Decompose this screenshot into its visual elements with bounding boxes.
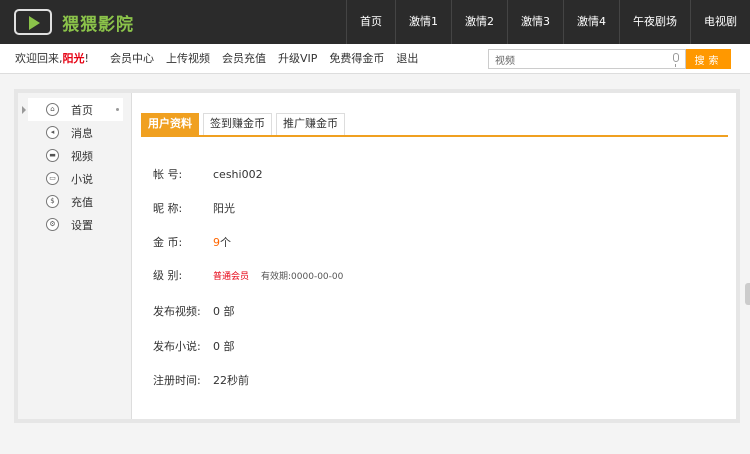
link-recharge[interactable]: 会员充值: [222, 44, 266, 74]
nav-category-1[interactable]: 激情1: [395, 0, 451, 44]
coins-unit: 个: [220, 236, 231, 249]
search-button[interactable]: 搜索: [686, 49, 731, 69]
main-nav: 首页 激情1 激情2 激情3 激情4 午夜剧场 电视剧: [346, 0, 750, 44]
logo-text: 猥猥影院: [62, 14, 134, 35]
account-value: ceshi002: [213, 167, 263, 181]
sidebar-item-settings[interactable]: ⚙ 设置: [18, 213, 131, 236]
welcome-prefix: 欢迎回来,: [15, 52, 63, 65]
regtime-row: 注册时间: 22秒前: [153, 372, 249, 388]
user-bar: 欢迎回来,阳光! 会员中心 上传视频 会员充值 升级VIP 免费得金币 退出 搜…: [0, 44, 750, 74]
novels-label: 发布小说:: [153, 340, 201, 353]
link-upgrade-vip[interactable]: 升级VIP: [278, 44, 317, 74]
nickname-row: 昵 称: 阳光: [153, 200, 235, 216]
home-icon: ⌂: [46, 103, 59, 116]
novel-icon: ▭: [46, 172, 59, 185]
recharge-icon: $: [46, 195, 59, 208]
link-free-coins[interactable]: 免费得金币: [329, 44, 384, 74]
nav-home[interactable]: 首页: [346, 0, 395, 44]
settings-icon: ⚙: [46, 218, 59, 231]
microphone-icon[interactable]: [673, 53, 679, 67]
regtime-value: 22秒前: [213, 374, 249, 387]
profile-content: 用户资料 签到赚金币 推广赚金币 帐 号: ceshi002 昵 称: 阳光 金…: [141, 93, 728, 419]
sidebar-item-recharge[interactable]: $ 充值: [18, 190, 131, 213]
welcome-message: 欢迎回来,阳光!: [15, 44, 89, 74]
level-row: 级 别: 普通会员 有效期:0000-00-00: [153, 267, 343, 283]
regtime-label: 注册时间:: [153, 374, 201, 387]
videos-label: 发布视频:: [153, 305, 201, 318]
member-panel: ⌂ 首页 ◂ 消息 ▬ 视频 ▭ 小说 $ 充值 ⚙ 设置 用户资料 签到赚金币…: [14, 89, 740, 423]
nav-category-4[interactable]: 激情4: [563, 0, 619, 44]
message-icon: ◂: [46, 126, 59, 139]
videos-value: 0 部: [213, 305, 235, 318]
top-header: 猥猥影院 首页 激情1 激情2 激情3 激情4 午夜剧场 电视剧: [0, 0, 750, 44]
nav-category-3[interactable]: 激情3: [507, 0, 563, 44]
tab-user-profile[interactable]: 用户资料: [141, 113, 199, 135]
link-upload-video[interactable]: 上传视频: [166, 44, 210, 74]
sidebar-item-label: 设置: [71, 218, 93, 232]
nickname-value: 阳光: [213, 202, 235, 215]
account-label: 帐 号:: [153, 168, 183, 181]
welcome-suffix: !: [84, 52, 89, 65]
search-box: [488, 49, 686, 69]
active-dot-icon: [116, 108, 119, 111]
tab-checkin-coins[interactable]: 签到赚金币: [203, 113, 272, 135]
member-sidebar: ⌂ 首页 ◂ 消息 ▬ 视频 ▭ 小说 $ 充值 ⚙ 设置: [18, 93, 132, 419]
expiry-date: 有效期:0000-00-00: [261, 271, 344, 282]
site-logo[interactable]: 猥猥影院: [14, 8, 134, 36]
link-logout[interactable]: 退出: [396, 44, 418, 74]
nav-category-2[interactable]: 激情2: [451, 0, 507, 44]
caret-right-icon: [22, 106, 26, 114]
sidebar-item-label: 小说: [71, 172, 93, 186]
level-label: 级 别:: [153, 269, 183, 282]
sidebar-item-messages[interactable]: ◂ 消息: [18, 121, 131, 144]
account-row: 帐 号: ceshi002: [153, 166, 263, 182]
videos-row: 发布视频: 0 部: [153, 303, 235, 319]
side-scroll-handle[interactable]: [745, 283, 750, 305]
sidebar-item-videos[interactable]: ▬ 视频: [18, 144, 131, 167]
sidebar-item-label: 视频: [71, 149, 93, 163]
sidebar-item-label: 充值: [71, 195, 93, 209]
sidebar-item-label: 首页: [71, 103, 93, 117]
nickname-label: 昵 称:: [153, 202, 183, 215]
search-input[interactable]: [489, 50, 669, 68]
sidebar-item-novels[interactable]: ▭ 小说: [18, 167, 131, 190]
username[interactable]: 阳光: [63, 52, 85, 65]
play-icon: [14, 9, 52, 35]
profile-tabs: 用户资料 签到赚金币 推广赚金币: [141, 113, 728, 137]
coins-value: 9: [213, 235, 220, 249]
sidebar-item-label: 消息: [71, 126, 93, 140]
sidebar-item-home[interactable]: ⌂ 首页: [22, 98, 123, 121]
coins-label: 金 币:: [153, 236, 183, 249]
link-member-center[interactable]: 会员中心: [110, 44, 154, 74]
level-value: 普通会员: [213, 271, 250, 282]
nav-midnight-theater[interactable]: 午夜剧场: [619, 0, 690, 44]
tab-referral-coins[interactable]: 推广赚金币: [276, 113, 345, 135]
video-icon: ▬: [46, 149, 59, 162]
novels-row: 发布小说: 0 部: [153, 338, 235, 354]
user-links: 会员中心 上传视频 会员充值 升级VIP 免费得金币 退出: [110, 44, 430, 74]
nav-tv-series[interactable]: 电视剧: [690, 0, 750, 44]
coins-row: 金 币: 9 个: [153, 234, 231, 250]
novels-value: 0 部: [213, 340, 235, 353]
